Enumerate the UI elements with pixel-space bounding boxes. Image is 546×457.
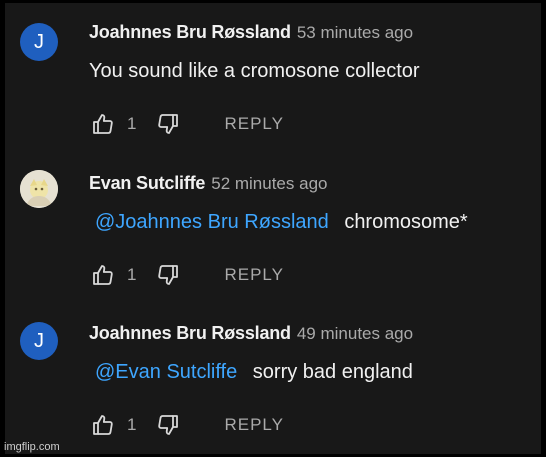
watermark: imgflip.com (4, 441, 60, 453)
comment-header: Joahnnes Bru Røssland 53 minutes ago (89, 22, 413, 43)
reply-button[interactable]: REPLY (224, 415, 284, 435)
thumbs-down-icon (158, 415, 179, 435)
comment-text: You sound like a cromosone collector (89, 60, 420, 83)
comment-actions: 1 REPLY (89, 262, 284, 288)
author-name[interactable]: Evan Sutcliffe (89, 173, 205, 194)
like-count: 1 (127, 415, 137, 434)
like-button[interactable] (89, 262, 117, 288)
thumbs-up-icon (93, 415, 113, 435)
dislike-button[interactable] (154, 111, 182, 137)
thumbs-down-icon (158, 114, 179, 134)
comment-timestamp[interactable]: 53 minutes ago (297, 23, 413, 43)
comment-body: sorry bad england (252, 361, 413, 383)
comment-timestamp[interactable]: 52 minutes ago (211, 174, 327, 194)
avatar-letter: J (34, 30, 44, 53)
dislike-button[interactable] (154, 262, 182, 288)
avatar[interactable] (20, 170, 58, 208)
comment-1: J Joahnnes Bru Røssland 53 minutes ago Y… (5, 3, 541, 153)
like-button[interactable] (89, 111, 117, 137)
comment-body: chromosome* (344, 211, 468, 233)
comment-2: Evan Sutcliffe 52 minutes ago @Joahnnes … (5, 154, 541, 304)
comment-text: @Evan Sutcliffe sorry bad england (89, 361, 413, 384)
avatar-photo-icon (20, 170, 58, 208)
comments-panel: J Joahnnes Bru Røssland 53 minutes ago Y… (5, 3, 541, 454)
comment-timestamp[interactable]: 49 minutes ago (297, 324, 413, 344)
reply-button[interactable]: REPLY (224, 114, 284, 134)
avatar[interactable]: J (20, 23, 58, 61)
avatar-letter: J (34, 329, 44, 352)
comment-actions: 1 REPLY (89, 111, 284, 137)
thumbs-down-icon (158, 265, 179, 285)
like-count: 1 (127, 265, 137, 284)
comment-actions: 1 REPLY (89, 412, 284, 438)
comment-body: You sound like a cromosone collector (89, 60, 420, 82)
comment-header: Joahnnes Bru Røssland 49 minutes ago (89, 323, 413, 344)
avatar[interactable]: J (20, 322, 58, 360)
like-count: 1 (127, 114, 137, 133)
like-button[interactable] (89, 412, 117, 438)
reply-button[interactable]: REPLY (224, 265, 284, 285)
mention-link[interactable]: @Joahnnes Bru Røssland (95, 211, 329, 233)
mention-link[interactable]: @Evan Sutcliffe (95, 361, 237, 383)
author-name[interactable]: Joahnnes Bru Røssland (89, 323, 291, 344)
comment-text: @Joahnnes Bru Røssland chromosome* (89, 211, 468, 234)
thumbs-up-icon (93, 114, 113, 134)
comment-header: Evan Sutcliffe 52 minutes ago (89, 173, 327, 194)
author-name[interactable]: Joahnnes Bru Røssland (89, 22, 291, 43)
thumbs-up-icon (93, 265, 113, 285)
dislike-button[interactable] (154, 412, 182, 438)
comment-3: J Joahnnes Bru Røssland 49 minutes ago @… (5, 304, 541, 454)
